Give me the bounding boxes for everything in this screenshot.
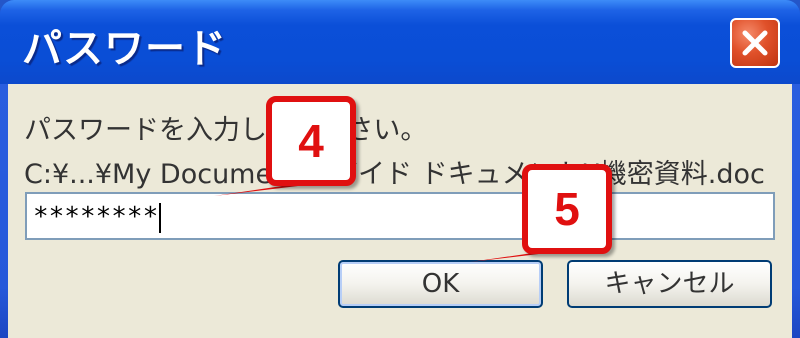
step-5-callout: 5 bbox=[522, 164, 612, 254]
callout-4-pointer bbox=[214, 186, 298, 196]
password-dialog: パスワード パスワードを入力してください。 C:¥...¥My Document… bbox=[0, 0, 800, 338]
annotation-arrows bbox=[214, 186, 556, 262]
step-4-callout: 4 bbox=[266, 96, 356, 186]
